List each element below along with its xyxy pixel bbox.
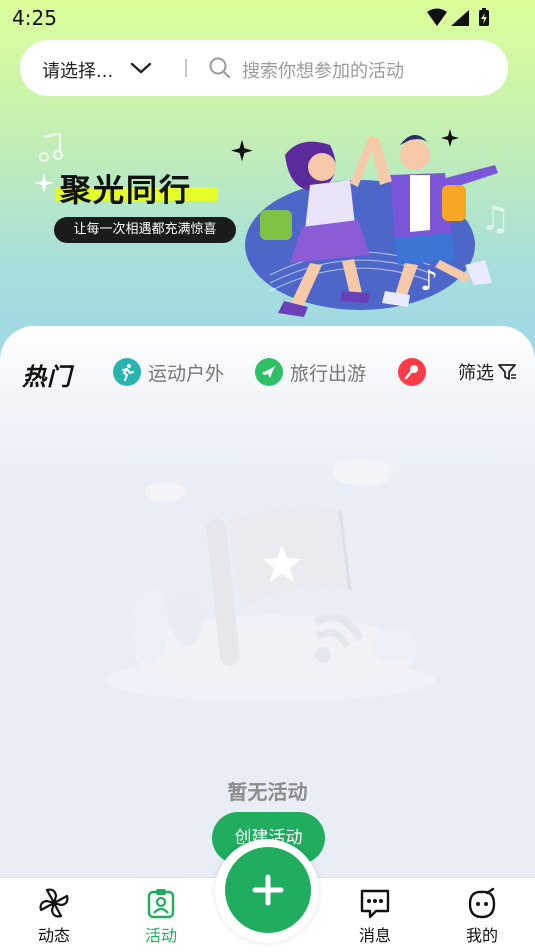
search-bar: 请选择... 搜索你想参加的活动 xyxy=(20,40,508,96)
nav-item-profile[interactable]: 我的 xyxy=(442,886,522,946)
friends-illustration: ♪ ♫ xyxy=(231,129,510,317)
airplane-icon xyxy=(255,358,283,386)
svg-text:♪: ♪ xyxy=(420,264,438,297)
status-bar: 4:25 xyxy=(0,0,535,36)
tab-sports-outdoor[interactable]: 运动户外 xyxy=(113,357,224,387)
nav-label: 活动 xyxy=(144,926,177,945)
face-icon xyxy=(468,887,496,919)
microphone-icon xyxy=(398,358,426,386)
add-button[interactable] xyxy=(225,847,311,933)
empty-state-text: 暂无活动 xyxy=(227,780,308,804)
funnel-icon xyxy=(498,364,516,380)
city-selector[interactable]: 请选择... xyxy=(42,57,113,83)
tab-label: 运动户外 xyxy=(148,362,225,385)
banner-title: 聚光同行 xyxy=(60,173,192,209)
activity-badge-icon xyxy=(147,889,175,919)
filter-button[interactable]: 筛选 xyxy=(458,359,517,385)
nav-label: 我的 xyxy=(465,926,498,945)
tab-travel[interactable]: 旅行出游 xyxy=(255,357,366,387)
music-note-icon xyxy=(39,133,63,162)
tab-label: 旅行出游 xyxy=(290,362,367,385)
tab-hot[interactable]: 热门 xyxy=(22,357,72,392)
tab-karaoke[interactable] xyxy=(398,357,426,387)
running-person-icon xyxy=(113,358,141,386)
wifi-icon xyxy=(427,8,447,26)
search-icon xyxy=(209,57,231,79)
nav-item-messages[interactable]: 消息 xyxy=(335,886,415,946)
nav-item-activity[interactable]: 活动 xyxy=(121,886,201,946)
filter-label: 筛选 xyxy=(458,363,494,384)
nav-label: 动态 xyxy=(37,926,70,945)
banner-subtitle: 让每一次相遇都充满惊喜 xyxy=(54,217,236,243)
nav-item-feed[interactable]: 动态 xyxy=(14,886,94,946)
status-time: 4:25 xyxy=(12,6,57,30)
signal-icon xyxy=(451,10,469,26)
search-divider xyxy=(185,59,187,77)
promo-banner[interactable]: 聚光同行 让每一次相遇都充满惊喜 ♪ ♫ xyxy=(0,105,535,325)
search-input[interactable]: 搜索你想参加的活动 xyxy=(242,57,404,83)
category-tabs: 热门 运动户外 旅行出游 筛选 xyxy=(0,355,535,392)
chat-bubble-icon xyxy=(360,889,390,919)
status-icons xyxy=(427,8,489,26)
nav-label: 消息 xyxy=(358,926,391,945)
pinwheel-icon xyxy=(39,888,69,918)
plus-icon xyxy=(252,874,284,906)
sparkle-icon xyxy=(34,173,54,193)
svg-text:♫: ♫ xyxy=(480,199,510,239)
chevron-down-icon[interactable] xyxy=(130,60,152,76)
empty-state-illustration xyxy=(105,458,435,700)
